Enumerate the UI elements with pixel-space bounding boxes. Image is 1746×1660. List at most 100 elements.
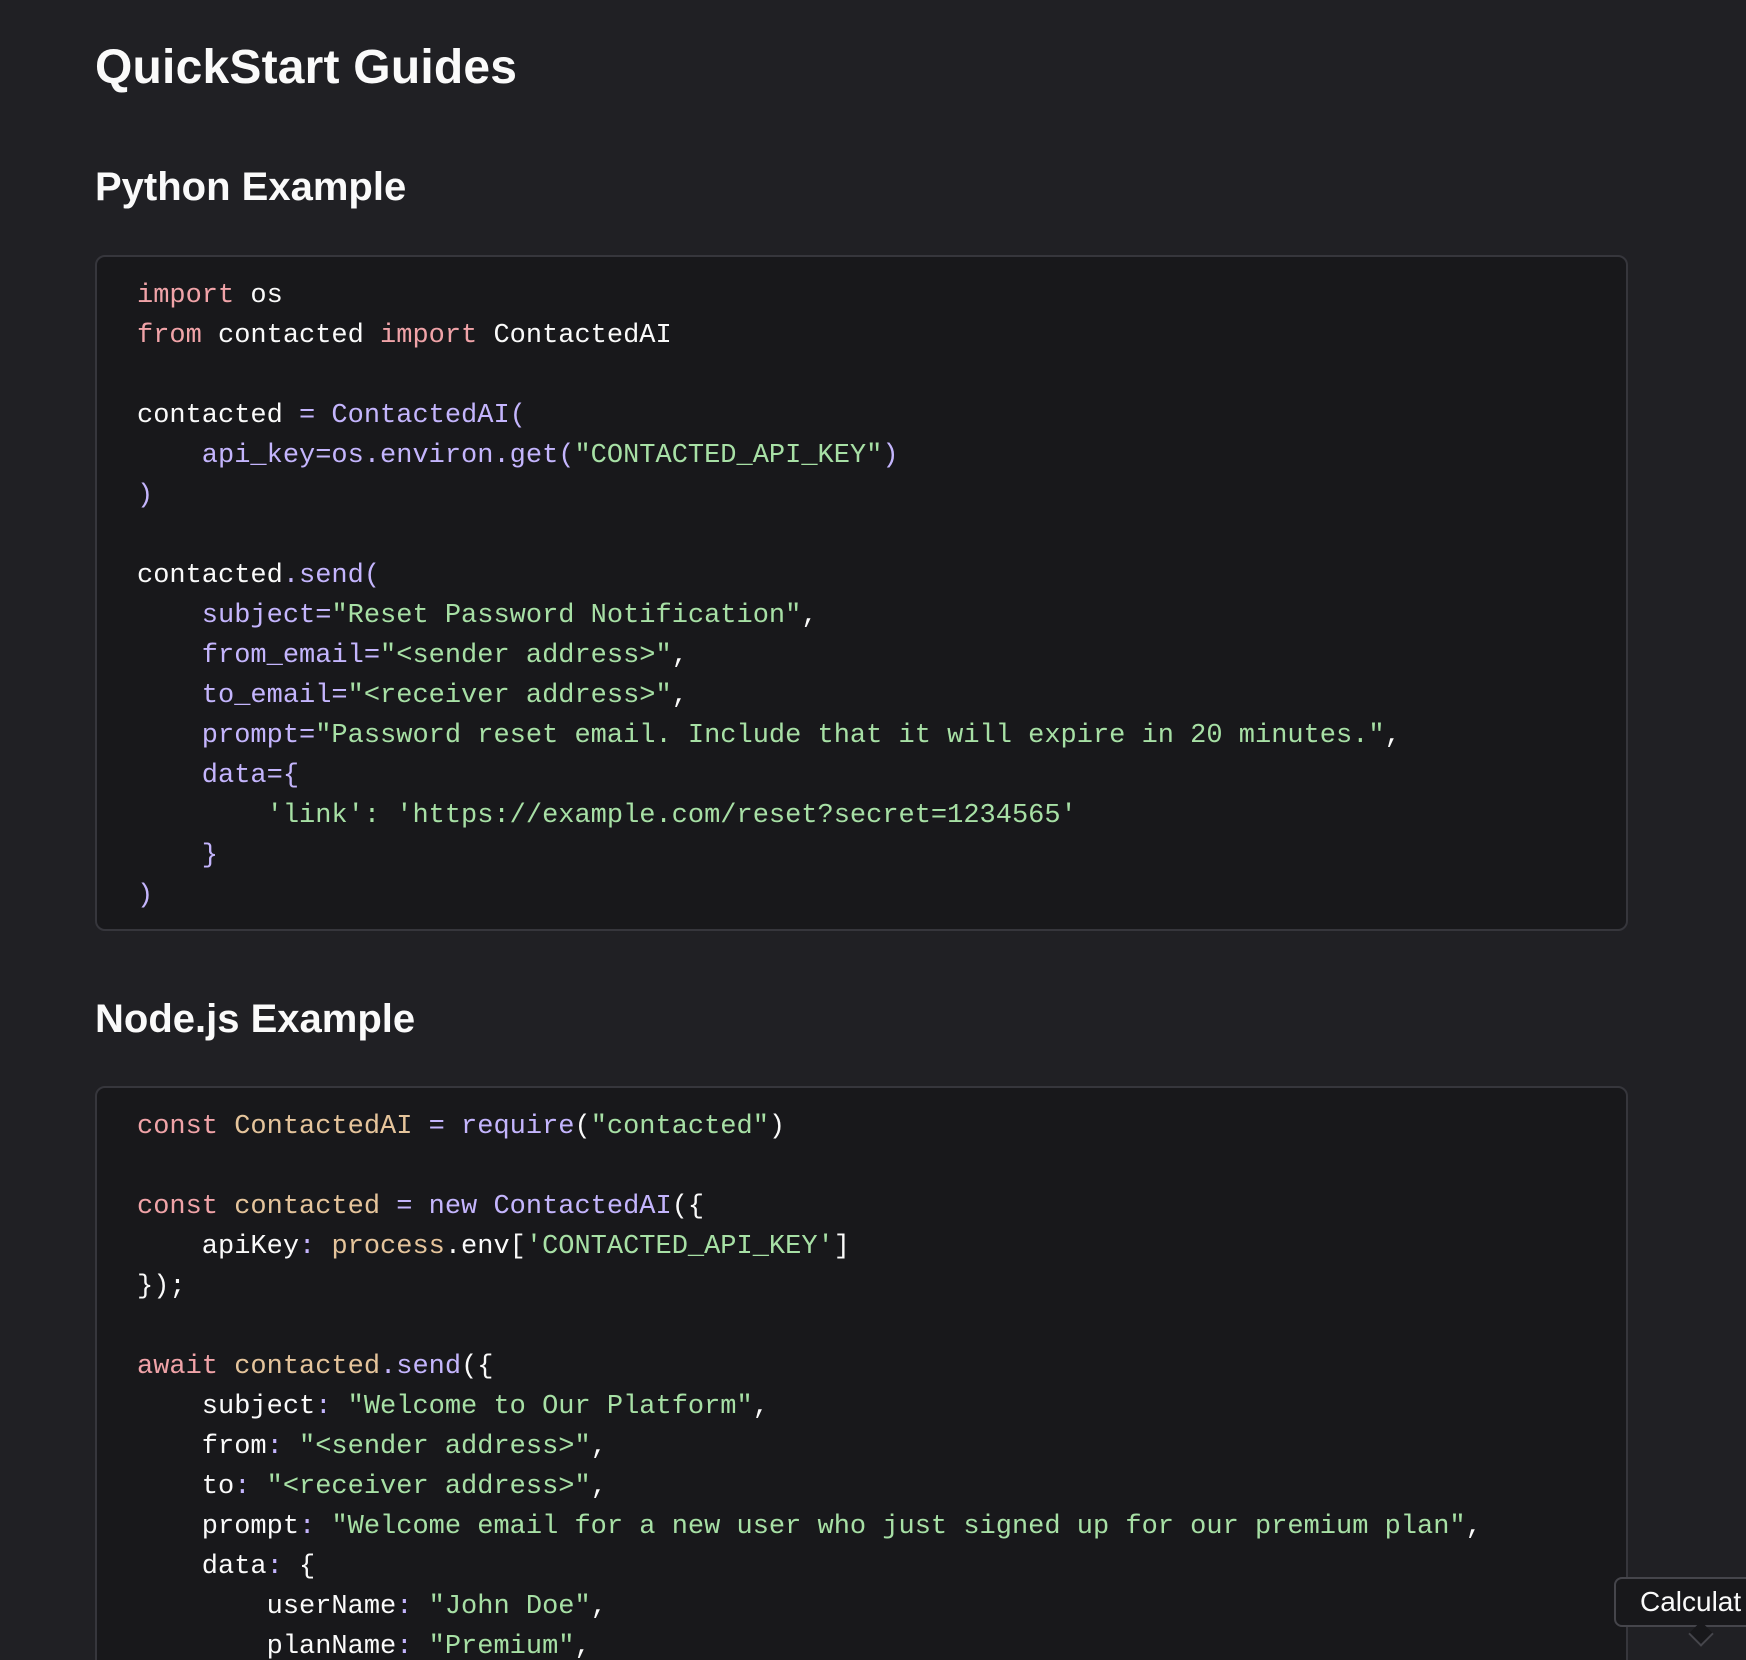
code-token-plain: , [590,1432,607,1462]
code-token-keyword: import [380,321,478,351]
code-line: userName: "John Doe", [137,1587,1626,1627]
code-token-plain: apiKey [137,1232,300,1262]
code-token-string: "contacted" [590,1112,769,1142]
code-line: } [137,836,1626,876]
code-token-plain: contacted [201,321,381,351]
code-line: from: "<sender address>", [137,1427,1626,1467]
code-line: planName: "Premium", [137,1627,1626,1660]
code-token-plain: , [1465,1512,1482,1542]
code-token-plain: contacted [137,401,300,431]
code-token-function: : [266,1552,300,1582]
code-token-plain: , [590,1472,607,1502]
code-token-string: "Premium" [428,1632,575,1660]
calculate-tooltip: Calculat [1614,1577,1746,1627]
code-token-plain: from [137,1432,267,1462]
code-token-plain: , [801,601,818,631]
code-token-plain: contacted [137,561,283,591]
code-token-function: .send( [282,561,381,591]
code-token-plain: }); [137,1272,186,1302]
code-token-string: "CONTACTED_API_KEY" [574,441,883,471]
python-code[interactable]: import os from contacted import Contacted… [97,257,1626,916]
code-token-function: .send [380,1352,462,1382]
code-token-function: ) [137,481,154,511]
code-token-keyword: from [137,321,202,351]
code-token-plain: prompt [137,1512,300,1542]
code-line: apiKey: process.env['CONTACTED_API_KEY'] [137,1227,1626,1267]
code-token-function: api_key=os.environ.get( [137,441,575,471]
code-token-plain: ({ [671,1192,705,1222]
page-title: QuickStart Guides [95,41,518,94]
code-token-keyword: const [137,1112,219,1142]
code-line: contacted.send( [137,556,1626,596]
code-token-identifier: process [331,1232,445,1262]
code-token-plain: ] [833,1232,850,1262]
code-token-string: "<sender address>" [380,641,672,671]
code-token-plain: { [299,1552,316,1582]
nodejs-code-block[interactable]: const ContactedAI = require("contacted")… [95,1086,1628,1660]
code-token-plain: subject [137,1392,316,1422]
code-token-plain: .env[ [444,1232,526,1262]
code-token-function: : [299,1512,332,1542]
code-token-keyword: await [137,1352,219,1382]
code-line: data={ [137,756,1626,796]
code-token-plain: , [574,1632,591,1660]
code-line: contacted = ContactedAI( [137,396,1626,436]
code-token-function: : [315,1392,348,1422]
code-token-function: to_email= [137,681,348,711]
code-token-function: prompt= [137,721,316,751]
code-token-plain: , [671,641,688,671]
code-line: api_key=os.environ.get("CONTACTED_API_KE… [137,436,1626,476]
python-code-block[interactable]: import os from contacted import Contacted… [95,255,1628,931]
code-token-identifier: ContactedAI [218,1112,429,1142]
code-token-function: } [137,841,219,871]
code-token-function: : [266,1432,300,1462]
code-line: subject="Reset Password Notification", [137,596,1626,636]
code-token-function: = require [428,1112,575,1142]
code-token-string: "<receiver address>" [266,1472,591,1502]
code-token-plain: , [671,681,688,711]
code-line: import os [137,276,1626,316]
code-token-string: "Welcome email for a new user who just s… [331,1512,1466,1542]
code-token-string: "John Doe" [428,1592,591,1622]
code-line: prompt: "Welcome email for a new user wh… [137,1507,1626,1547]
python-example-heading: Python Example [95,165,407,209]
code-line: await contacted.send({ [137,1347,1626,1387]
code-token-function: ) [882,441,899,471]
code-token-function: : [396,1632,429,1660]
code-line: ) [137,876,1626,916]
nodejs-code-content[interactable]: const ContactedAI = require("contacted")… [137,1107,1626,1660]
code-line: to: "<receiver address>", [137,1467,1626,1507]
code-token-plain: ContactedAI [477,321,672,351]
code-line: from contacted import ContactedAI [137,316,1626,356]
code-token-string: "Welcome to Our Platform" [347,1392,753,1422]
code-line: prompt="Password reset email. Include th… [137,716,1626,756]
nodejs-example-heading: Node.js Example [95,997,416,1041]
code-line: const contacted = new ContactedAI({ [137,1187,1626,1227]
code-token-function: = ContactedAI( [299,401,526,431]
code-token-plain: os [234,281,283,311]
code-line: const ContactedAI = require("contacted") [137,1107,1626,1147]
code-token-function: data={ [137,761,300,791]
python-code-content[interactable]: import os from contacted import Contacted… [137,276,1626,916]
code-line: }); [137,1267,1626,1307]
code-token-string: 'CONTACTED_API_KEY' [525,1232,834,1262]
code-token-plain: planName [137,1632,397,1660]
code-token-string: "Reset Password Notification" [331,601,802,631]
code-token-function: ) [137,881,154,911]
code-token-plain: , [1384,721,1401,751]
code-token-string: "Password reset email. Include that it w… [315,721,1385,751]
code-token-plain: , [590,1592,607,1622]
code-line: ) [137,476,1626,516]
code-token-identifier: contacted [218,1352,381,1382]
code-line: to_email="<receiver address>", [137,676,1626,716]
code-token-function: from_email= [137,641,381,671]
code-token-string: "<sender address>" [299,1432,591,1462]
code-token-plain: ) [768,1112,786,1142]
code-token-function: : [396,1592,429,1622]
nodejs-code[interactable]: const ContactedAI = require("contacted")… [97,1088,1626,1660]
code-line: data: { [137,1547,1626,1587]
